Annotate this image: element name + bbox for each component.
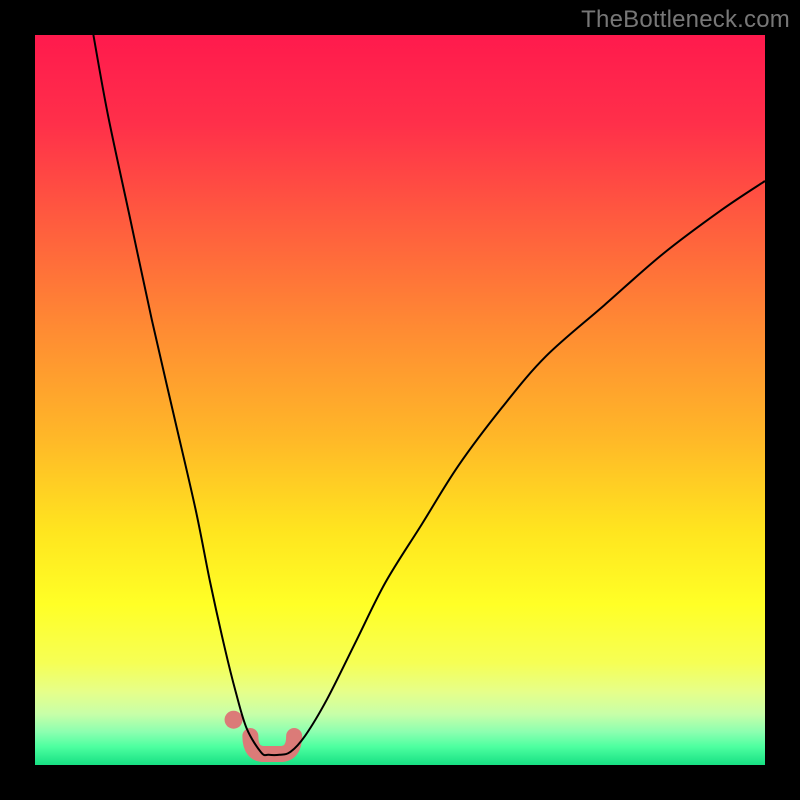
plot-area	[35, 35, 765, 765]
bottleneck-highlight	[250, 736, 294, 754]
bottleneck-dot-icon	[225, 711, 243, 729]
watermark-text: TheBottleneck.com	[581, 6, 790, 34]
curve-layer	[35, 35, 765, 765]
bottleneck-curve	[93, 35, 765, 755]
chart-stage: TheBottleneck.com	[0, 0, 800, 800]
